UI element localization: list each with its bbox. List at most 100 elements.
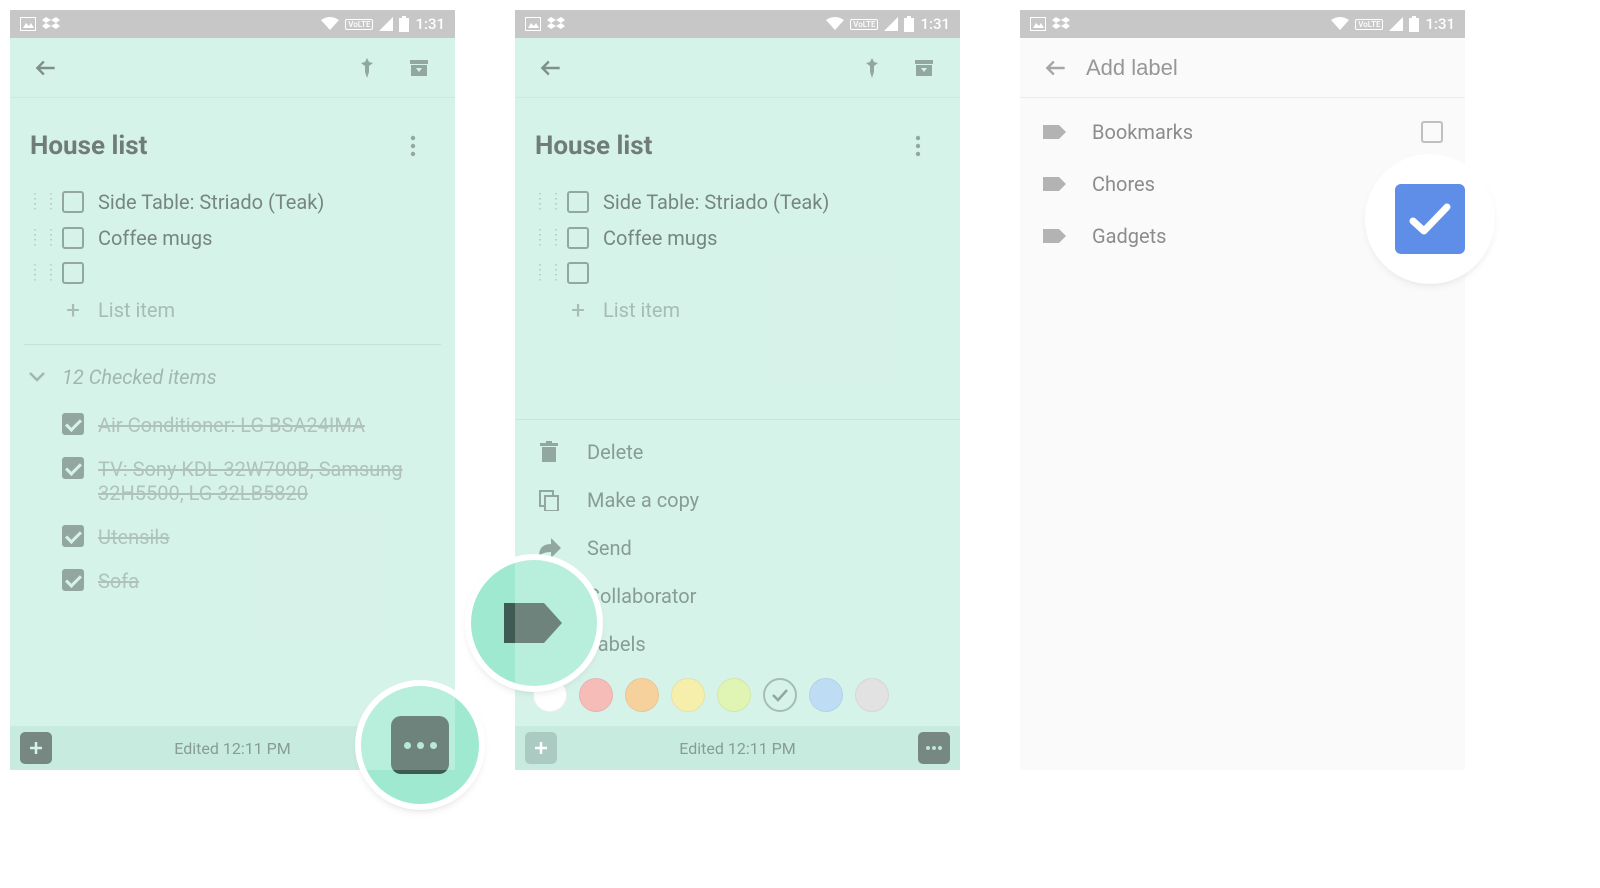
list-item[interactable]: ⋮⋮⋮⋮ Side Table: Striado (Teak)	[529, 184, 946, 220]
list-item[interactable]: ⋮⋮⋮⋮ Side Table: Striado (Teak)	[24, 184, 441, 220]
color-picker	[515, 668, 960, 716]
status-time: 1:31	[920, 15, 950, 33]
drag-handle-icon[interactable]: ⋮⋮⋮⋮	[533, 197, 553, 207]
drag-handle-icon[interactable]: ⋮⋮⋮⋮	[28, 233, 48, 243]
note-footer: Edited 12:11 PM	[515, 726, 960, 770]
checked-items-header[interactable]: 12 Checked items	[24, 359, 441, 403]
status-bar: VoLTE 1:31	[515, 10, 960, 38]
list-item-label[interactable]: Side Table: Striado (Teak)	[98, 190, 437, 214]
more-button[interactable]	[918, 732, 950, 764]
menu-item-label: Delete	[587, 440, 643, 464]
list-item[interactable]: ⋮⋮⋮⋮ Coffee mugs	[529, 220, 946, 256]
color-swatch[interactable]	[809, 678, 843, 712]
signal-icon	[884, 17, 898, 31]
list-item-label[interactable]: Coffee mugs	[603, 226, 942, 250]
screen-labels: VoLTE 1:31 Bookmarks Chores	[1020, 10, 1465, 770]
label-checkbox[interactable]	[1421, 121, 1443, 143]
checkbox[interactable]	[62, 525, 84, 547]
label-name: Bookmarks	[1092, 120, 1193, 144]
back-button[interactable]	[1034, 46, 1078, 90]
archive-button[interactable]	[902, 46, 946, 90]
menu-item-copy[interactable]: Make a copy	[515, 476, 960, 524]
signal-icon	[379, 17, 393, 31]
more-menu: Delete Make a copy Send Collaborator Lab…	[515, 419, 960, 726]
status-time: 1:31	[415, 15, 445, 33]
overflow-button[interactable]	[391, 124, 435, 168]
list-item[interactable]: ⋮⋮⋮⋮ Coffee mugs	[24, 220, 441, 256]
menu-item-delete[interactable]: Delete	[515, 428, 960, 476]
callout-labels-icon	[471, 560, 597, 686]
status-bar: VoLTE 1:31	[10, 10, 455, 38]
color-swatch-selected[interactable]	[763, 678, 797, 712]
color-swatch[interactable]	[625, 678, 659, 712]
list-item-checked[interactable]: Utensils	[24, 515, 441, 559]
drag-handle-icon[interactable]: ⋮⋮⋮⋮	[28, 268, 48, 278]
copy-icon	[535, 489, 563, 511]
menu-item-label: Make a copy	[587, 488, 699, 512]
list-item-label[interactable]: Side Table: Striado (Teak)	[603, 190, 942, 214]
edited-label: Edited 12:11 PM	[174, 739, 290, 758]
image-icon	[525, 17, 541, 31]
note-title[interactable]: House list	[30, 131, 147, 161]
tag-icon	[1042, 174, 1068, 194]
add-list-item[interactable]: + List item	[24, 290, 441, 330]
add-list-item[interactable]: + List item	[529, 290, 946, 330]
list-item-label[interactable]: Sofa	[98, 569, 437, 593]
checkbox[interactable]	[62, 191, 84, 213]
callout-checked-checkbox	[1371, 160, 1489, 278]
back-button[interactable]	[24, 46, 68, 90]
add-button[interactable]	[525, 732, 557, 764]
checkbox[interactable]	[62, 262, 84, 284]
list-item-label[interactable]: TV: Sony KDL-32W700B, Samsung 32H5500, L…	[98, 457, 437, 505]
add-button[interactable]	[20, 732, 52, 764]
overflow-button[interactable]	[896, 124, 940, 168]
menu-item-label: Collaborator	[587, 584, 696, 608]
label-name: Gadgets	[1092, 224, 1166, 248]
drag-handle-icon[interactable]: ⋮⋮⋮⋮	[28, 197, 48, 207]
callout-more-button	[361, 686, 479, 804]
list-item-label[interactable]: Coffee mugs	[98, 226, 437, 250]
pin-button[interactable]	[850, 46, 894, 90]
list-item[interactable]: ⋮⋮⋮⋮	[529, 256, 946, 290]
checkbox[interactable]	[567, 262, 589, 284]
app-bar	[515, 38, 960, 98]
checkbox[interactable]	[62, 569, 84, 591]
list-item[interactable]: ⋮⋮⋮⋮	[24, 256, 441, 290]
drag-handle-icon[interactable]: ⋮⋮⋮⋮	[533, 268, 553, 278]
list-item-label[interactable]: Air Conditioner: LG BSA24IMA	[98, 413, 437, 437]
checkbox[interactable]	[62, 413, 84, 435]
checkbox[interactable]	[62, 457, 84, 479]
trash-icon	[535, 441, 563, 463]
archive-button[interactable]	[397, 46, 441, 90]
list-item-checked[interactable]: Sofa	[24, 559, 441, 603]
chevron-down-icon	[28, 371, 46, 383]
checkbox[interactable]	[62, 227, 84, 249]
image-icon	[1030, 17, 1046, 31]
color-swatch[interactable]	[855, 678, 889, 712]
back-button[interactable]	[529, 46, 573, 90]
menu-item-label: Labels	[587, 632, 646, 656]
status-time: 1:31	[1425, 15, 1455, 33]
checkbox[interactable]	[567, 191, 589, 213]
screen-note: VoLTE 1:31 House list ⋮⋮⋮⋮ Side Table:	[10, 10, 455, 770]
pin-button[interactable]	[345, 46, 389, 90]
list-item-checked[interactable]: Air Conditioner: LG BSA24IMA	[24, 403, 441, 447]
signal-icon	[1389, 17, 1403, 31]
status-bar: VoLTE 1:31	[1020, 10, 1465, 38]
drag-handle-icon[interactable]: ⋮⋮⋮⋮	[533, 233, 553, 243]
menu-item-send[interactable]: Send	[515, 524, 960, 572]
label-row[interactable]: Bookmarks	[1020, 106, 1465, 158]
battery-icon	[904, 16, 914, 32]
color-swatch[interactable]	[717, 678, 751, 712]
add-label-input[interactable]	[1086, 55, 1451, 81]
image-icon	[20, 17, 36, 31]
list-item-label[interactable]: Utensils	[98, 525, 437, 549]
screen-menu: VoLTE 1:31 House list ⋮⋮⋮⋮ Side Table:	[515, 10, 960, 770]
checkbox[interactable]	[567, 227, 589, 249]
color-swatch[interactable]	[579, 678, 613, 712]
note-title[interactable]: House list	[535, 131, 652, 161]
wifi-icon	[321, 17, 339, 31]
list-item-checked[interactable]: TV: Sony KDL-32W700B, Samsung 32H5500, L…	[24, 447, 441, 515]
app-bar	[1020, 38, 1465, 98]
color-swatch[interactable]	[671, 678, 705, 712]
